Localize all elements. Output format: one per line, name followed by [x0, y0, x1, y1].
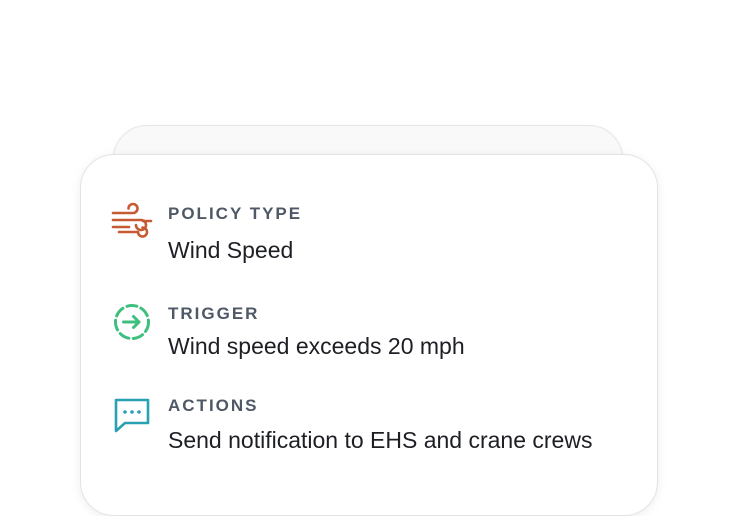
- actions-label: ACTIONS: [168, 396, 259, 415]
- chat-bubble-icon: [111, 396, 153, 438]
- actions-value: Send notification to EHS and crane crews: [168, 427, 593, 453]
- trigger-value: Wind speed exceeds 20 mph: [168, 333, 465, 359]
- policy-type-label: POLICY TYPE: [168, 204, 303, 223]
- trigger-label: TRIGGER: [168, 304, 260, 323]
- wind-icon: [111, 201, 153, 243]
- policy-type-value: Wind Speed: [168, 237, 294, 263]
- policy-type-row: POLICY TYPE Wind Speed: [81, 201, 657, 271]
- actions-row: ACTIONS Send notification to EHS and cra…: [81, 393, 657, 463]
- policy-card: POLICY TYPE Wind Speed TRIGGER Wind spee…: [80, 154, 658, 516]
- trigger-arrow-icon: [111, 301, 153, 343]
- trigger-row: TRIGGER Wind speed exceeds 20 mph: [81, 301, 657, 371]
